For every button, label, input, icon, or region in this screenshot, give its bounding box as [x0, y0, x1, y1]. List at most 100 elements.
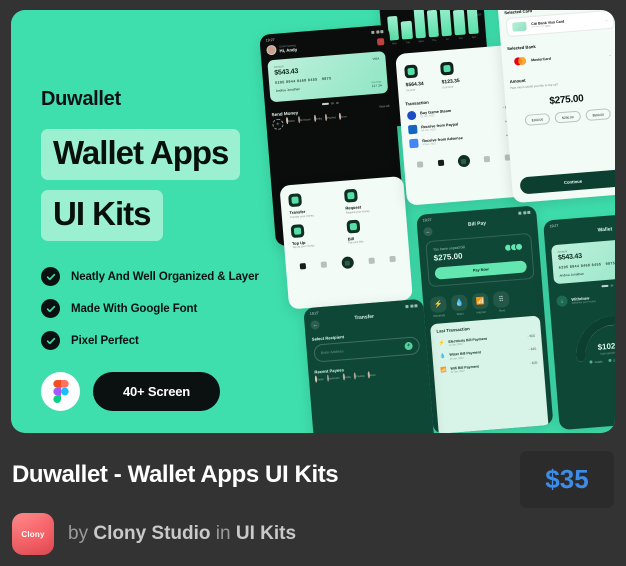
spending-gauge: $1023.23 Total spending this month Foods…	[550, 304, 615, 368]
quick-actions-grid: Transfer Transfer your money Request Req…	[279, 176, 408, 259]
card-last4: 9875	[605, 261, 615, 266]
tab-send-fab[interactable]	[341, 256, 355, 270]
category-link[interactable]: UI Kits	[236, 523, 296, 544]
contact-name: Paulina	[327, 116, 336, 120]
tab-cards-icon[interactable]	[437, 159, 444, 167]
contact-name: Norrisson	[299, 118, 311, 123]
screen-count-button[interactable]: 40+ Screen	[93, 372, 221, 411]
contact-item[interactable]: Paulina	[324, 113, 336, 121]
outcome-label: Outcome	[441, 84, 454, 90]
status-time: 19:27	[309, 311, 319, 316]
chart-tick: Tue	[405, 40, 410, 45]
quick-amount-chip[interactable]: $500.00	[585, 108, 612, 122]
action-topup[interactable]: Top Up Top up your money	[290, 220, 345, 249]
category-more[interactable]: ⠿ More	[492, 290, 511, 313]
product-meta: Duwallet - Wallet Apps UI Kits $35 Clony…	[0, 433, 626, 566]
category-label: Water	[456, 312, 464, 317]
mockup-topup-screen: 19:27 ← Topup Selected Card Citi Bank Vi…	[495, 10, 615, 204]
status-time: 19:27	[265, 37, 275, 43]
last-transaction-panel: Last Transaction ⚡ Electricity Bill Paym…	[429, 315, 554, 433]
author-name[interactable]: Clony Studio	[93, 523, 210, 544]
contact-item[interactable]: Arion	[338, 112, 348, 120]
pay-now-button[interactable]: Pay Now	[434, 260, 528, 280]
product-title[interactable]: Duwallet - Wallet Apps UI Kits	[12, 461, 339, 489]
mockup-billpay-screen: 19:27 ← Bill Pay You have unpaid bill $2…	[416, 205, 554, 433]
mockup-wallet-screen: 19:27 Wallet Amount $543.43 6295 8944 84…	[543, 211, 615, 431]
author-byline: by Clony Studio in UI Kits	[68, 523, 296, 545]
wifi-icon: 📶	[471, 292, 489, 310]
mockup-transfer-screen: 19:27 ← Transfer Select Recipient Enter …	[303, 298, 435, 433]
category-label: More	[498, 309, 506, 313]
adsense-icon	[409, 138, 419, 148]
stats-row: $564.34 Income $123.35 Outcome	[395, 45, 518, 97]
author-logo-text: Clony	[21, 529, 45, 539]
category-label: Electricity	[433, 314, 446, 318]
bottom-tab-bar[interactable]	[403, 147, 524, 176]
payee-item[interactable]: Paulina	[353, 372, 365, 380]
stat-income: $564.34 Income	[404, 64, 424, 92]
add-icon[interactable]: +	[404, 341, 413, 351]
card-thumb-icon	[512, 21, 527, 32]
payee-item[interactable]: Norrisson	[326, 374, 340, 382]
chart-tick: Wed	[418, 39, 424, 44]
chart-tick: Thu	[432, 38, 437, 43]
contact-name: Arion	[340, 115, 348, 119]
status-icons	[405, 303, 418, 308]
payee-name: Norrisson	[328, 376, 340, 381]
headline-line-2: UI Kits	[41, 190, 163, 241]
continue-button[interactable]: Continue	[519, 169, 615, 195]
stat-outcome: $123.35 Outcome	[440, 61, 460, 90]
hero-preview-image[interactable]: Mon Tue Wed Thu Fri Sat Sun $500 $250 19…	[11, 10, 615, 433]
request-icon	[343, 188, 358, 203]
amount-value[interactable]: $275.00	[505, 90, 615, 111]
action-request[interactable]: Request Request your money	[343, 186, 398, 214]
card-exp: 12 / 24	[371, 83, 382, 89]
grid-more-icon: ⠿	[492, 290, 510, 309]
steam-icon	[406, 110, 417, 120]
tab-profile-icon[interactable]	[389, 255, 397, 263]
brand-name: Duwallet	[41, 88, 121, 110]
category-electricity[interactable]: ⚡ Electricity	[429, 295, 448, 318]
back-icon[interactable]: ←	[310, 320, 320, 330]
bill-amount: - $56	[527, 333, 536, 339]
mockup-home-actions-sheet: Transfer Transfer your money Request Req…	[279, 175, 413, 310]
view-all-link[interactable]: View All	[379, 103, 390, 108]
check-icon	[41, 299, 60, 318]
price-badge[interactable]: $35	[520, 451, 614, 508]
notification-bell-icon[interactable]	[376, 37, 385, 46]
chart-ytick: $250	[475, 13, 482, 17]
author-logo[interactable]: Clony	[12, 513, 54, 555]
contact-item[interactable]: Kelby	[313, 114, 322, 122]
card-holder: Andrea Jonathan	[559, 271, 584, 278]
chevron-down-icon[interactable]: ⌄	[605, 17, 609, 22]
payee-item[interactable]: Salsa	[314, 375, 324, 383]
payee-item[interactable]: Arion	[367, 371, 376, 379]
tab-home-icon[interactable]	[417, 161, 424, 168]
category-internet[interactable]: 📶 Internet	[471, 292, 490, 315]
contact-item[interactable]: Norrisson	[297, 116, 311, 124]
bill-amount: - $35	[529, 360, 538, 366]
action-transfer[interactable]: Transfer Transfer your money	[288, 190, 342, 219]
tab-cards-icon[interactable]	[320, 261, 327, 268]
payee-name: Arion	[369, 373, 376, 378]
withdraw-icon: ↓	[556, 295, 568, 308]
card-number: 6295 8944 8468 8455	[274, 77, 318, 85]
quick-amount-chip[interactable]: $100.00	[524, 112, 551, 126]
chart-tick: Fri	[445, 37, 449, 42]
quick-amount-chip[interactable]: $250.00	[554, 110, 581, 124]
action-bill[interactable]: Bill Pay your bills	[346, 216, 400, 245]
chevron-down-icon[interactable]: ⌄	[608, 51, 612, 56]
back-icon[interactable]: ←	[423, 226, 433, 237]
tab-history-icon[interactable]	[368, 257, 376, 264]
selected-card-row[interactable]: Citi Bank Visa Card **** **** **** 9875 …	[505, 10, 615, 38]
payee-item[interactable]: Kelby	[342, 373, 351, 381]
tab-send-fab[interactable]	[457, 154, 471, 168]
feature-label: Pixel Perfect	[71, 334, 139, 347]
card-last4: 9875	[321, 76, 332, 82]
category-water[interactable]: 💧 Water	[450, 294, 469, 317]
tab-history-icon[interactable]	[484, 155, 491, 163]
tab-home-icon[interactable]	[299, 263, 306, 270]
chart-tick: Sun	[471, 35, 477, 39]
mastercard-icon	[513, 56, 527, 66]
topup-icon	[290, 223, 305, 238]
